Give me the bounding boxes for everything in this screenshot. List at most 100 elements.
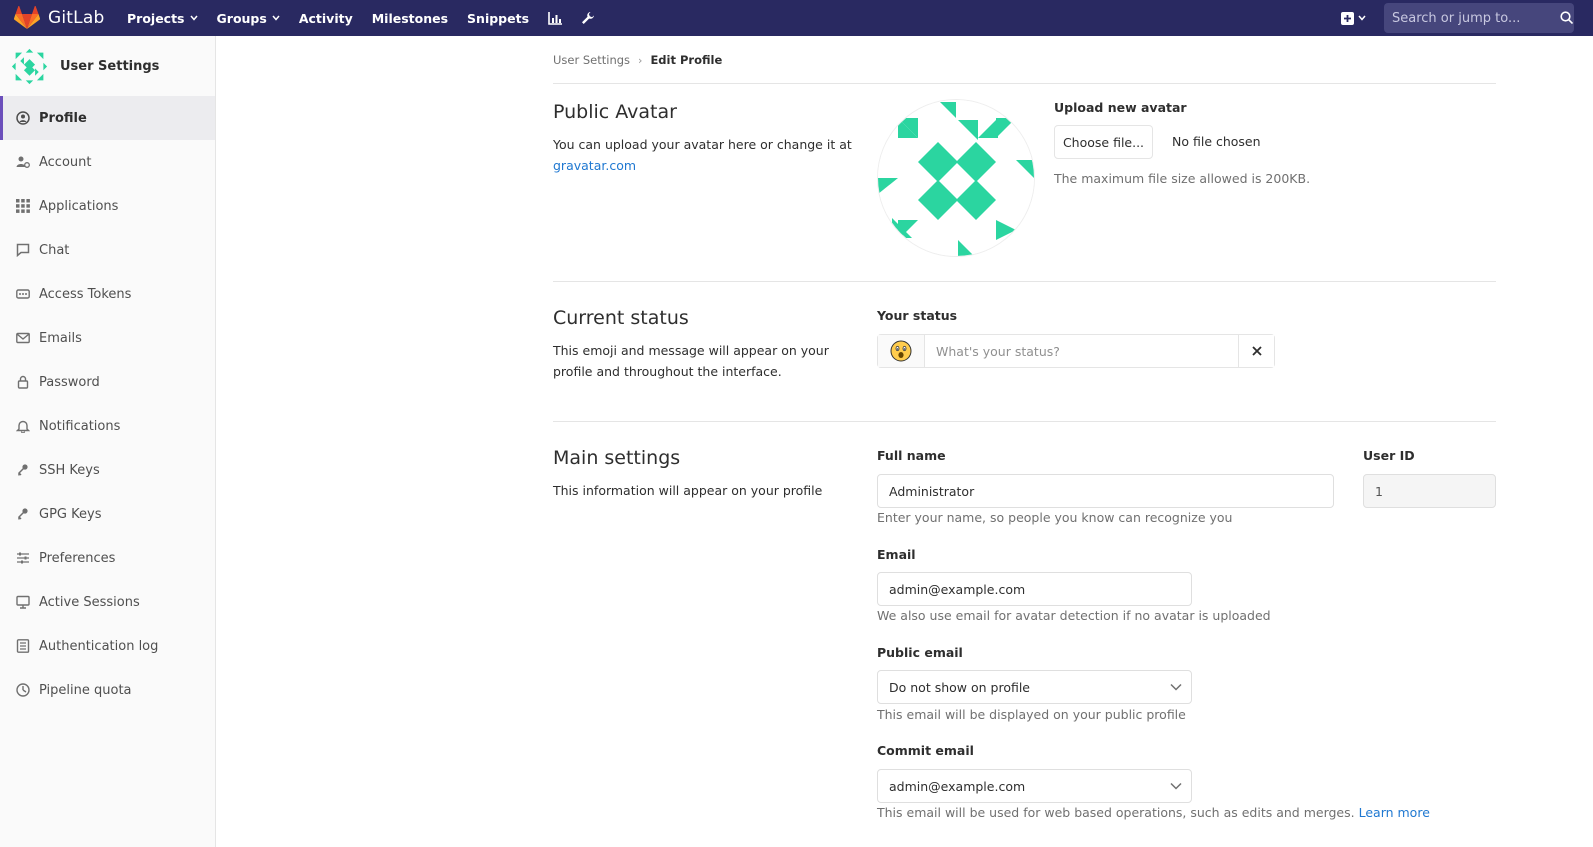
sidebar-item-label: Applications [39,198,119,214]
chat-icon [16,243,30,257]
current-status-desc: This emoji and message will appear on yo… [553,343,829,379]
sidebar-item-label: Profile [39,110,87,126]
public-email-select[interactable]: Do not show on profile [877,670,1192,704]
profile-icon [16,111,30,125]
nav-right [1341,0,1574,36]
nav-projects-label: Projects [127,10,185,26]
close-icon [1251,346,1262,356]
key-icon [16,507,30,521]
learn-more-link[interactable]: Learn more [1359,805,1430,820]
user-id-input [1363,474,1496,508]
status-input-group [877,334,1275,368]
public-avatar-desc: You can upload your avatar here or chang… [553,134,853,176]
public-email-selected: Do not show on profile [889,679,1030,695]
sidebar-item-gpg-keys[interactable]: GPG Keys [0,492,215,536]
breadcrumb-user-settings[interactable]: User Settings [553,53,630,67]
sidebar-item-active-sessions[interactable]: Active Sessions [0,580,215,624]
token-icon [16,287,30,301]
surprised-emoji-icon [890,340,912,362]
clear-status-button[interactable] [1238,335,1274,367]
user-id-label: User ID [1363,448,1415,463]
log-icon [16,639,30,653]
email-input[interactable] [877,572,1192,606]
nav-groups-label: Groups [216,10,267,26]
email-help: We also use email for avatar detection i… [877,608,1271,623]
nav-activity-label: Activity [298,10,353,26]
status-message-input[interactable] [925,335,1238,367]
chart-icon[interactable] [548,11,563,25]
mail-icon [16,331,30,345]
chevron-down-icon [1358,15,1366,21]
sidebar-item-pipeline-quota[interactable]: Pipeline quota [0,668,215,712]
sidebar-item-account[interactable]: Account [0,140,215,184]
sidebar-item-label: Access Tokens [39,286,132,302]
search-box [1384,3,1574,33]
no-file-chosen-text: No file chosen [1172,134,1261,149]
sidebar-item-notifications[interactable]: Notifications [0,404,215,448]
sidebar-item-chat[interactable]: Chat [0,228,215,272]
email-label: Email [877,547,916,562]
public-email-label: Public email [877,645,963,660]
sidebar-header[interactable]: User Settings [0,36,215,96]
sidebar-item-profile[interactable]: Profile [0,96,215,140]
nav-groups[interactable]: Groups [217,11,280,26]
sidebar-item-applications[interactable]: Applications [0,184,215,228]
chevron-down-icon [189,15,198,21]
public-avatar-title: Public Avatar [553,101,677,123]
breadcrumb-edit-profile[interactable]: Edit Profile [650,53,722,67]
gitlab-logo-icon [14,6,40,29]
nav-projects[interactable]: Projects [127,11,198,26]
sidebar-item-ssh-keys[interactable]: SSH Keys [0,448,215,492]
main-settings-desc: This information will appear on your pro… [553,483,823,498]
divider [553,421,1496,422]
nav-snippets-label: Snippets [467,10,530,26]
max-file-size-help: The maximum file size allowed is 200KB. [1054,171,1311,186]
nav-links: Projects Groups Activity Milestones Snip… [127,0,614,36]
nav-milestones[interactable]: Milestones [372,11,448,26]
full-name-input[interactable] [877,474,1334,508]
top-navbar: GitLab Projects Groups Activity Mileston… [0,0,1593,36]
search-icon[interactable] [1560,11,1573,24]
nav-snippets[interactable]: Snippets [467,11,529,26]
chevron-down-icon [272,15,280,21]
sidebar-item-label: Notifications [39,418,121,434]
gitlab-brand: GitLab [48,8,105,28]
emoji-picker-button[interactable] [878,335,925,367]
gravatar-link[interactable]: gravatar.com [553,158,636,173]
commit-email-label: Commit email [877,743,974,758]
wrench-icon[interactable] [581,11,595,25]
sidebar-item-label: Preferences [39,550,116,566]
public-email-help: This email will be displayed on your pub… [877,707,1186,722]
chevron-right-icon: › [638,53,643,67]
sidebar-item-authentication-log[interactable]: Authentication log [0,624,215,668]
sidebar-item-label: Pipeline quota [39,682,132,698]
choose-file-button[interactable]: Choose file... [1054,125,1153,159]
full-name-help: Enter your name, so people you know can … [877,510,1233,525]
sidebar-item-password[interactable]: Password [0,360,215,404]
sidebar-item-emails[interactable]: Emails [0,316,215,360]
settings-sidebar: User Settings Profile Account Applicatio… [0,36,216,847]
sidebar-item-access-tokens[interactable]: Access Tokens [0,272,215,316]
commit-email-select[interactable]: admin@example.com [877,769,1192,803]
sidebar-item-label: Active Sessions [39,594,140,610]
search-input[interactable] [1392,10,1542,26]
current-status-title: Current status [553,307,689,329]
full-name-label: Full name [877,448,946,463]
breadcrumb: User Settings › Edit Profile [553,53,722,67]
divider [553,83,1496,84]
nav-activity[interactable]: Activity [299,11,353,26]
divider [553,281,1496,282]
identicon-image [878,100,1034,256]
gitlab-logo-link[interactable]: GitLab [14,4,104,32]
upload-avatar-label: Upload new avatar [1054,100,1187,115]
new-dropdown-button[interactable] [1341,11,1366,25]
sidebar-item-label: Account [39,154,92,170]
chevron-down-icon [1170,782,1182,790]
sidebar-item-preferences[interactable]: Preferences [0,536,215,580]
chevron-down-icon [1170,683,1182,691]
bell-icon [16,419,30,433]
main-settings-title: Main settings [553,447,681,469]
sidebar-item-label: GPG Keys [39,506,102,522]
sidebar-item-label: Chat [39,242,70,258]
public-avatar-desc-text: You can upload your avatar here or chang… [553,137,852,152]
